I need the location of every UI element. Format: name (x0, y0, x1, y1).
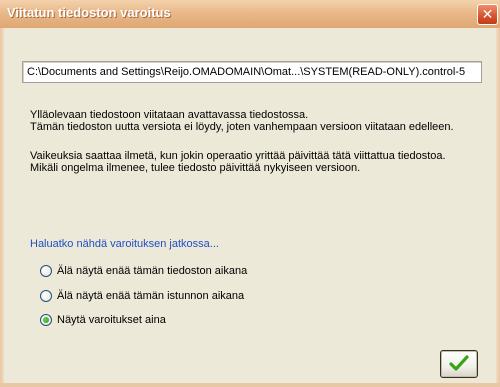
question-label: Haluatko nähdä varoituksen jatkossa... (30, 238, 219, 250)
message-line-1: Ylläolevaan tiedostoon viitataan avattav… (30, 109, 309, 121)
ok-button[interactable] (440, 350, 478, 378)
checkmark-icon (449, 355, 469, 371)
option-label[interactable]: Älä näytä enää tämän tiedoston aikana (57, 265, 247, 278)
message-line-3: Vaikeuksia saattaa ilmetä, kun jokin ope… (30, 150, 446, 162)
window-title: Viitatun tiedoston varoitus (7, 5, 171, 20)
option-label[interactable]: Älä näytä enää tämän istunnon aikana (57, 290, 244, 303)
dialog-body: C:\Documents and Settings\Reijo.OMADOMAI… (4, 28, 496, 383)
radio-button[interactable] (40, 265, 52, 277)
radio-selected-dot (43, 317, 49, 323)
option-label[interactable]: Näytä varoitukset aina (57, 314, 166, 327)
message-line-4: Mikäli ongelma ilmenee, tulee tiedosto p… (30, 162, 361, 174)
message-line-2: Tämän tiedoston uutta versiota ei löydy,… (30, 121, 454, 133)
radio-button-selected[interactable] (40, 314, 52, 326)
close-button[interactable]: ✕ (477, 4, 498, 25)
close-icon: ✕ (481, 6, 494, 22)
title-bar[interactable]: Viitatun tiedoston varoitus ✕ (0, 0, 500, 29)
radio-button[interactable] (40, 290, 52, 302)
window-frame-right (496, 28, 500, 387)
warning-dialog: Viitatun tiedoston varoitus ✕ C:\Documen… (0, 0, 500, 387)
window-frame-bottom (0, 383, 500, 387)
file-path-field[interactable]: C:\Documents and Settings\Reijo.OMADOMAI… (22, 61, 482, 83)
